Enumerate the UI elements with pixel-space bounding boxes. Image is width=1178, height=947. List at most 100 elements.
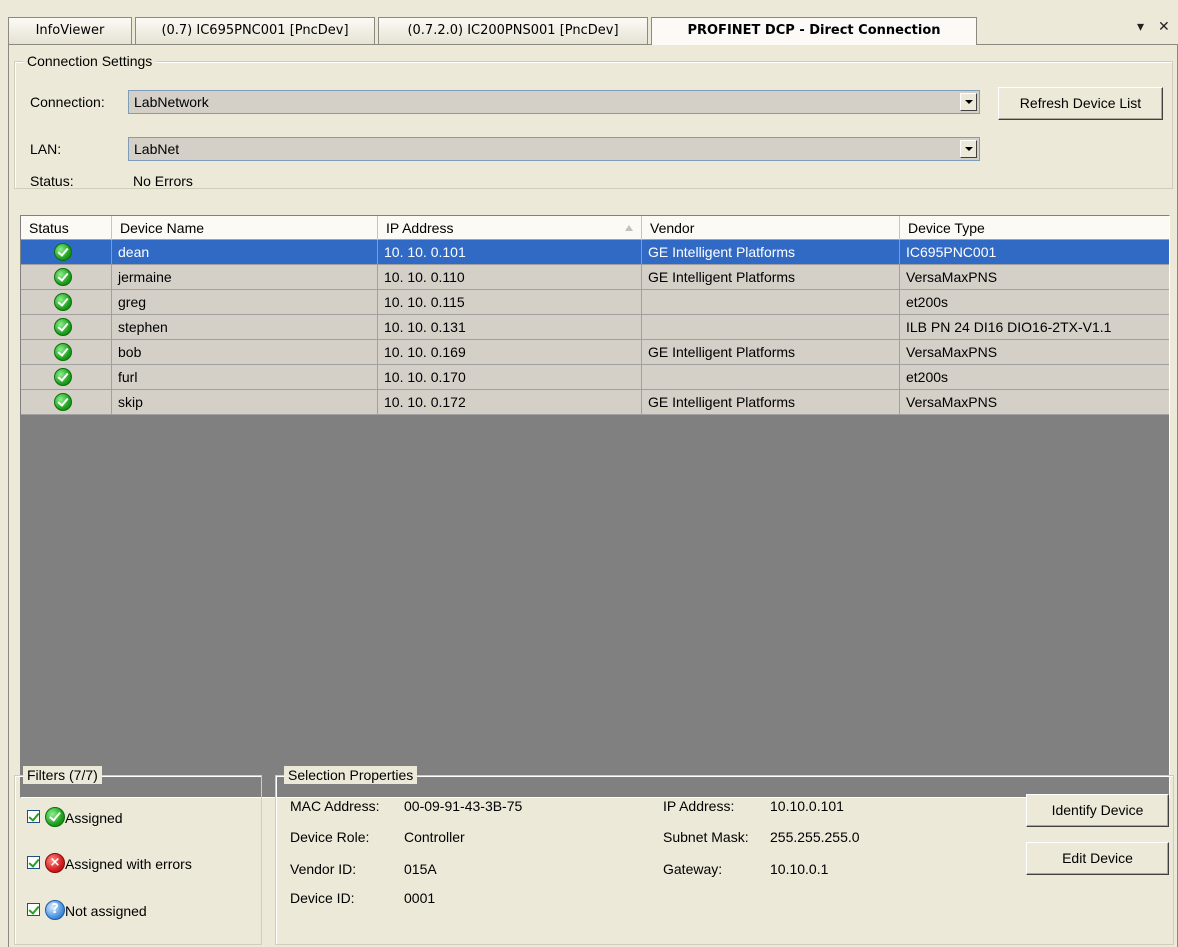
device-type-cell: ILB PN 24 DI16 DIO16-2TX-V1.1	[906, 319, 1112, 335]
table-row[interactable]: dean 10. 10. 0.101 GE Intelligent Platfo…	[21, 240, 1169, 265]
column-header-status[interactable]: Status	[21, 216, 112, 240]
identify-device-button[interactable]: Identify Device	[1026, 794, 1169, 827]
assigned-filter-checkbox[interactable]	[27, 810, 40, 823]
lan-label: LAN:	[30, 141, 62, 157]
document-tab-strip: InfoViewer (0.7) IC695PNC001 [PncDev] (0…	[0, 0, 1178, 45]
filters-title: Filters (7/7)	[23, 766, 102, 784]
connection-combobox[interactable]: LabNetwork	[128, 90, 980, 114]
device-name-cell: dean	[112, 240, 378, 265]
device-type-cell: VersaMaxPNS	[906, 344, 998, 360]
status-cell	[21, 390, 112, 415]
lan-combobox[interactable]: LabNet	[128, 137, 980, 161]
connection-settings-title: Connection Settings	[23, 52, 157, 70]
column-header-ip-address-label: IP Address	[386, 220, 454, 236]
device-role-value: Controller	[404, 829, 465, 845]
lan-value: LabNet	[134, 141, 180, 157]
assigned-with-errors-filter-label[interactable]: Assigned with errors	[65, 855, 192, 873]
status-ok-icon	[54, 393, 72, 411]
gateway-label: Gateway:	[663, 861, 723, 877]
tab-ic695pnc001[interactable]: (0.7) IC695PNC001 [PncDev]	[135, 17, 375, 44]
status-ok-icon	[54, 293, 72, 311]
table-row[interactable]: jermaine 10. 10. 0.110 GE Intelligent Pl…	[21, 265, 1169, 290]
column-header-vendor[interactable]: Vendor	[642, 216, 900, 240]
not-assigned-filter-checkbox[interactable]	[27, 903, 40, 916]
pin-dropdown-icon[interactable]: ▾	[1137, 19, 1144, 35]
device-type-cell: IC695PNC001	[906, 244, 997, 260]
chevron-down-icon[interactable]	[960, 140, 977, 158]
device-name-cell: stephen	[112, 315, 378, 340]
column-header-device-name[interactable]: Device Name	[112, 216, 378, 240]
chevron-down-icon[interactable]	[960, 93, 977, 111]
subnet-mask-value: 255.255.255.0	[770, 829, 860, 845]
assigned-filter-label[interactable]: Assigned	[65, 809, 123, 827]
status-cell	[21, 315, 112, 340]
status-cell	[21, 340, 112, 365]
connection-settings-group: Connection Settings Connection: LabNetwo…	[14, 52, 1173, 189]
device-role-label: Device Role:	[290, 829, 370, 845]
table-row[interactable]: bob 10. 10. 0.169 GE Intelligent Platfor…	[21, 340, 1169, 365]
device-name-cell: skip	[112, 390, 378, 415]
vendor-cell: GE Intelligent Platforms	[642, 265, 900, 290]
ip-address-cell: 10. 10. 0.170	[378, 365, 642, 390]
device-type-cell: VersaMaxPNS	[906, 394, 998, 410]
device-type-cell: et200s	[906, 294, 949, 310]
subnet-mask-label: Subnet Mask:	[663, 829, 749, 845]
column-header-device-type[interactable]: Device Type	[900, 216, 1169, 240]
mac-address-label: MAC Address:	[290, 798, 380, 814]
selection-properties-group: Selection Properties MAC Address: 00-09-…	[275, 766, 1174, 945]
status-cell	[21, 265, 112, 290]
table-row[interactable]: stephen 10. 10. 0.131 ILB PN 24 DI16 DIO…	[21, 315, 1169, 340]
not-assigned-filter-label[interactable]: Not assigned	[65, 902, 147, 920]
profinet-dcp-panel: Connection Settings Connection: LabNetwo…	[8, 44, 1178, 947]
tab-profinet-dcp[interactable]: PROFINET DCP - Direct Connection	[651, 17, 977, 45]
refresh-device-list-button[interactable]: Refresh Device List	[998, 87, 1163, 120]
ip-address-cell: 10. 10. 0.169	[378, 340, 642, 365]
device-name-cell: jermaine	[112, 265, 378, 290]
assigned-with-errors-filter-checkbox[interactable]	[27, 856, 40, 869]
ip-address-cell: 10. 10. 0.131	[378, 315, 642, 340]
device-list-grid[interactable]: Status Device Name IP Address Vendor Dev…	[20, 215, 1170, 798]
ip-address-label: IP Address:	[663, 798, 735, 814]
check-circle-icon	[45, 807, 65, 827]
gateway-value: 10.10.0.1	[770, 861, 829, 877]
vendor-cell	[642, 365, 900, 390]
ip-address-cell: 10. 10. 0.172	[378, 390, 642, 415]
vendor-cell: GE Intelligent Platforms	[642, 340, 900, 365]
error-x-icon: ×	[45, 853, 65, 873]
grid-header: Status Device Name IP Address Vendor Dev…	[21, 216, 1169, 240]
sort-ascending-icon	[625, 225, 633, 231]
ip-address-cell: 10. 10. 0.101	[378, 240, 642, 265]
edit-device-button[interactable]: Edit Device	[1026, 842, 1169, 875]
ip-address-value: 10.10.0.101	[770, 798, 844, 814]
vendor-cell: GE Intelligent Platforms	[642, 390, 900, 415]
vendor-cell	[642, 315, 900, 340]
column-header-ip-address[interactable]: IP Address	[378, 216, 642, 240]
device-name-cell: furl	[112, 365, 378, 390]
close-icon[interactable]: ✕	[1158, 19, 1170, 35]
tab-infoviewer[interactable]: InfoViewer	[8, 17, 132, 44]
table-row[interactable]: furl 10. 10. 0.170 et200s	[21, 365, 1169, 390]
table-row[interactable]: skip 10. 10. 0.172 GE Intelligent Platfo…	[21, 390, 1169, 415]
selection-properties-title: Selection Properties	[284, 766, 418, 784]
mac-address-value: 00-09-91-43-3B-75	[404, 798, 523, 814]
status-cell	[21, 240, 112, 265]
tab-ic200pns001[interactable]: (0.7.2.0) IC200PNS001 [PncDev]	[378, 17, 648, 44]
status-cell	[21, 290, 112, 315]
device-id-label: Device ID:	[290, 890, 355, 906]
filters-group: Filters (7/7) Assigned × Assigned with e…	[14, 766, 262, 945]
device-name-cell: greg	[112, 290, 378, 315]
ip-address-cell: 10. 10. 0.110	[378, 265, 642, 290]
vendor-cell	[642, 290, 900, 315]
status-cell	[21, 365, 112, 390]
device-type-cell: et200s	[906, 369, 949, 385]
status-ok-icon	[54, 243, 72, 261]
status-ok-icon	[54, 368, 72, 386]
status-label: Status:	[30, 173, 74, 189]
vendor-cell: GE Intelligent Platforms	[642, 240, 900, 265]
device-name-cell: bob	[112, 340, 378, 365]
status-value: No Errors	[133, 173, 193, 189]
device-type-cell: VersaMaxPNS	[906, 269, 998, 285]
device-id-value: 0001	[404, 890, 436, 906]
connection-value: LabNetwork	[134, 94, 209, 110]
table-row[interactable]: greg 10. 10. 0.115 et200s	[21, 290, 1169, 315]
